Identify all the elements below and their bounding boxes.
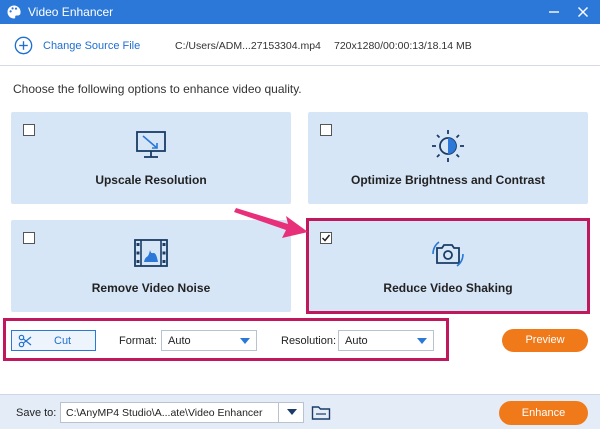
- title-bar: Video Enhancer: [0, 0, 600, 24]
- format-select[interactable]: Auto: [161, 330, 257, 351]
- enhance-button[interactable]: Enhance: [499, 401, 588, 425]
- save-path-select[interactable]: C:\AnyMP4 Studio\A...ate\Video Enhancer: [60, 402, 304, 423]
- option-label: Reduce Video Shaking: [383, 281, 513, 295]
- folder-icon[interactable]: [311, 404, 331, 421]
- option-label: Optimize Brightness and Contrast: [350, 173, 546, 187]
- instructions-text: Choose the following options to enhance …: [13, 82, 302, 96]
- option-checkbox-checked[interactable]: [320, 232, 332, 244]
- checkmark-icon: [321, 234, 331, 242]
- resolution-value: Auto: [345, 335, 368, 347]
- stabilize-camera-icon: [432, 241, 464, 267]
- option-remove-noise[interactable]: Remove Video Noise: [11, 220, 291, 312]
- option-checkbox[interactable]: [23, 124, 35, 136]
- scissors-icon: [18, 334, 32, 348]
- option-label: Remove Video Noise: [91, 281, 211, 295]
- resolution-label: Resolution:: [281, 335, 337, 347]
- film-noise-icon: [134, 239, 168, 267]
- file-meta: 720x1280/00:00:13/18.14 MB: [334, 40, 472, 52]
- window-title: Video Enhancer: [28, 5, 114, 19]
- file-path: C:/Users/ADM...27153304.mp4: [175, 40, 321, 52]
- minimize-button[interactable]: [545, 3, 563, 21]
- source-file-bar: Change Source File C:/Users/ADM...271533…: [0, 24, 600, 66]
- resolution-select[interactable]: Auto: [338, 330, 434, 351]
- option-checkbox[interactable]: [23, 232, 35, 244]
- save-path-value: C:\AnyMP4 Studio\A...ate\Video Enhancer: [66, 407, 263, 419]
- option-optimize-brightness[interactable]: Optimize Brightness and Contrast: [308, 112, 588, 204]
- close-icon: [578, 7, 588, 17]
- option-upscale-resolution[interactable]: Upscale Resolution: [11, 112, 291, 204]
- brightness-icon: [432, 130, 464, 162]
- chevron-down-icon: [286, 409, 297, 415]
- format-label: Format:: [119, 335, 157, 347]
- chevron-down-icon: [417, 338, 427, 344]
- option-reduce-shaking[interactable]: Reduce Video Shaking: [308, 220, 588, 312]
- save-to-label: Save to:: [16, 407, 57, 419]
- format-value: Auto: [168, 335, 191, 347]
- option-label: Upscale Resolution: [95, 173, 207, 187]
- change-source-file-link[interactable]: Change Source File: [43, 40, 140, 52]
- close-button[interactable]: [574, 3, 592, 21]
- preview-button[interactable]: Preview: [502, 329, 588, 352]
- add-circle-icon[interactable]: [14, 36, 33, 55]
- palette-icon: [7, 5, 21, 19]
- minimize-icon: [549, 11, 559, 13]
- save-path-dropdown-button[interactable]: [278, 403, 304, 422]
- monitor-resolution-icon: [136, 131, 166, 158]
- option-checkbox[interactable]: [320, 124, 332, 136]
- chevron-down-icon: [240, 338, 250, 344]
- cut-label: Cut: [54, 335, 72, 347]
- cut-button[interactable]: Cut: [11, 330, 96, 351]
